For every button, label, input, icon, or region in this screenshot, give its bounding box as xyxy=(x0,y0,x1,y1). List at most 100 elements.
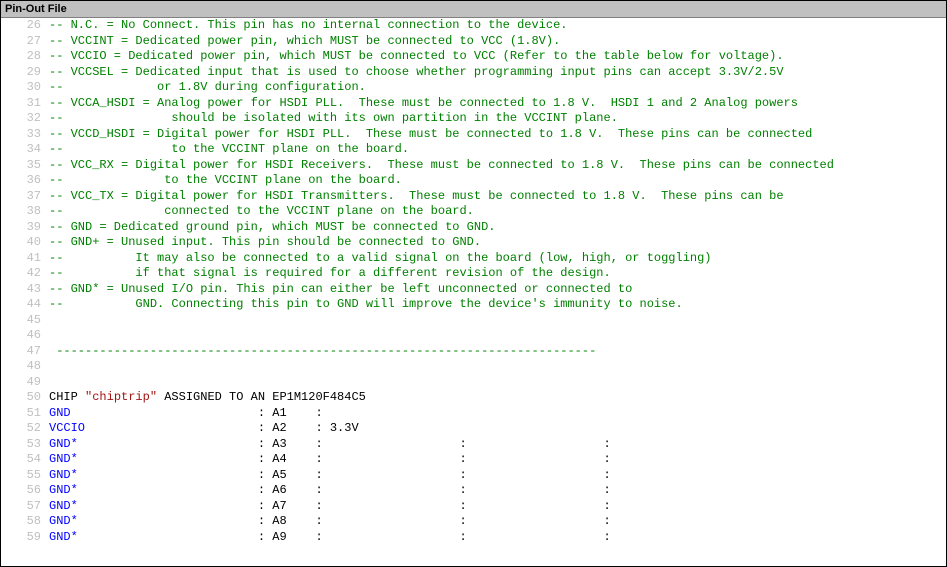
token-plain: : A7 : : : xyxy=(78,499,611,513)
code-line[interactable]: 37-- VCC_TX = Digital power for HSDI Tra… xyxy=(1,189,946,205)
code-line[interactable]: 57GND* : A7 : : : xyxy=(1,499,946,515)
code-editor[interactable]: 26-- N.C. = No Connect. This pin has no … xyxy=(1,18,946,565)
line-number: 33 xyxy=(1,127,49,143)
token-comment: -- VCC_RX = Digital power for HSDI Recei… xyxy=(49,158,834,172)
code-line[interactable]: 45 xyxy=(1,313,946,329)
code-line[interactable]: 50CHIP "chiptrip" ASSIGNED TO AN EP1M120… xyxy=(1,390,946,406)
code-line[interactable]: 27-- VCCINT = Dedicated power pin, which… xyxy=(1,34,946,50)
token-comment: -- to the VCCINT plane on the board. xyxy=(49,173,402,187)
code-line[interactable]: 33-- VCCD_HSDI = Digital power for HSDI … xyxy=(1,127,946,143)
code-line[interactable]: 55GND* : A5 : : : xyxy=(1,468,946,484)
code-line[interactable]: 38-- connected to the VCCINT plane on th… xyxy=(1,204,946,220)
code-line[interactable]: 49 xyxy=(1,375,946,391)
line-number: 29 xyxy=(1,65,49,81)
token-plain: : A9 : : : xyxy=(78,530,611,544)
line-number: 36 xyxy=(1,173,49,189)
line-number: 40 xyxy=(1,235,49,251)
code-line[interactable]: 52VCCIO : A2 : 3.3V xyxy=(1,421,946,437)
line-number: 34 xyxy=(1,142,49,158)
code-line[interactable]: 35-- VCC_RX = Digital power for HSDI Rec… xyxy=(1,158,946,174)
code-line[interactable]: 39-- GND = Dedicated ground pin, which M… xyxy=(1,220,946,236)
code-line[interactable]: 56GND* : A6 : : : xyxy=(1,483,946,499)
line-number: 28 xyxy=(1,49,49,65)
line-number: 46 xyxy=(1,328,49,344)
code-line[interactable]: 59GND* : A9 : : : xyxy=(1,530,946,546)
code-line[interactable]: 31-- VCCA_HSDI = Analog power for HSDI P… xyxy=(1,96,946,112)
window-title-bar: Pin-Out File xyxy=(1,1,946,18)
token-comment: ----------------------------------------… xyxy=(49,344,596,358)
token-comment: -- GND = Dedicated ground pin, which MUS… xyxy=(49,220,495,234)
code-line[interactable]: 48 xyxy=(1,359,946,375)
token-plain: : A8 : : : xyxy=(78,514,611,528)
token-comment: -- to the VCCINT plane on the board. xyxy=(49,142,409,156)
token-plain: : A6 : : : xyxy=(78,483,611,497)
line-number: 39 xyxy=(1,220,49,236)
code-line[interactable]: 29-- VCCSEL = Dedicated input that is us… xyxy=(1,65,946,81)
code-line[interactable]: 42-- if that signal is required for a di… xyxy=(1,266,946,282)
line-number: 26 xyxy=(1,18,49,34)
token-comment: -- GND* = Unused I/O pin. This pin can e… xyxy=(49,282,632,296)
line-number: 47 xyxy=(1,344,49,360)
line-number: 30 xyxy=(1,80,49,96)
line-number: 38 xyxy=(1,204,49,220)
token-plain: CHIP xyxy=(49,390,85,404)
code-line[interactable]: 44-- GND. Connecting this pin to GND wil… xyxy=(1,297,946,313)
token-comment: -- or 1.8V during configuration. xyxy=(49,80,366,94)
token-comment: -- VCC_TX = Digital power for HSDI Trans… xyxy=(49,189,784,203)
token-comment: -- VCCIO = Dedicated power pin, which MU… xyxy=(49,49,784,63)
code-line[interactable]: 40-- GND+ = Unused input. This pin shoul… xyxy=(1,235,946,251)
token-plain: : A1 : xyxy=(71,406,323,420)
code-line[interactable]: 26-- N.C. = No Connect. This pin has no … xyxy=(1,18,946,34)
line-number: 48 xyxy=(1,359,49,375)
token-comment: -- connected to the VCCINT plane on the … xyxy=(49,204,474,218)
code-line[interactable]: 46 xyxy=(1,328,946,344)
code-line[interactable]: 30-- or 1.8V during configuration. xyxy=(1,80,946,96)
code-line[interactable]: 51GND : A1 : xyxy=(1,406,946,422)
token-keyword: GND* xyxy=(49,452,78,466)
window-title: Pin-Out File xyxy=(5,3,67,15)
line-number: 35 xyxy=(1,158,49,174)
line-number: 37 xyxy=(1,189,49,205)
token-comment: -- N.C. = No Connect. This pin has no in… xyxy=(49,18,567,32)
code-line[interactable]: 36-- to the VCCINT plane on the board. xyxy=(1,173,946,189)
token-comment: -- It may also be connected to a valid s… xyxy=(49,251,712,265)
line-number: 49 xyxy=(1,375,49,391)
token-keyword: GND xyxy=(49,406,71,420)
token-keyword: GND* xyxy=(49,437,78,451)
code-line[interactable]: 34-- to the VCCINT plane on the board. xyxy=(1,142,946,158)
line-number: 50 xyxy=(1,390,49,406)
token-plain: : A4 : : : xyxy=(78,452,611,466)
line-number: 43 xyxy=(1,282,49,298)
token-comment: -- GND+ = Unused input. This pin should … xyxy=(49,235,481,249)
token-comment: -- VCCSEL = Dedicated input that is used… xyxy=(49,65,784,79)
line-number: 54 xyxy=(1,452,49,468)
token-comment: -- should be isolated with its own parti… xyxy=(49,111,618,125)
line-number: 59 xyxy=(1,530,49,546)
token-plain: : A2 : 3.3V xyxy=(85,421,359,435)
token-plain: : A5 : : : xyxy=(78,468,611,482)
code-line[interactable]: 43-- GND* = Unused I/O pin. This pin can… xyxy=(1,282,946,298)
token-keyword: VCCIO xyxy=(49,421,85,435)
token-comment: -- VCCINT = Dedicated power pin, which M… xyxy=(49,34,560,48)
code-line[interactable]: 54GND* : A4 : : : xyxy=(1,452,946,468)
token-plain: ASSIGNED TO AN EP1M120F484C5 xyxy=(157,390,366,404)
code-line[interactable]: 32-- should be isolated with its own par… xyxy=(1,111,946,127)
line-number: 44 xyxy=(1,297,49,313)
token-keyword: GND* xyxy=(49,483,78,497)
line-number: 52 xyxy=(1,421,49,437)
token-keyword: GND* xyxy=(49,468,78,482)
line-number: 58 xyxy=(1,514,49,530)
code-line[interactable]: 28-- VCCIO = Dedicated power pin, which … xyxy=(1,49,946,65)
code-line[interactable]: 58GND* : A8 : : : xyxy=(1,514,946,530)
token-comment: -- VCCD_HSDI = Digital power for HSDI PL… xyxy=(49,127,812,141)
code-line[interactable]: 47 -------------------------------------… xyxy=(1,344,946,360)
code-line[interactable]: 53GND* : A3 : : : xyxy=(1,437,946,453)
token-keyword: GND* xyxy=(49,499,78,513)
line-number: 55 xyxy=(1,468,49,484)
token-string: "chiptrip" xyxy=(85,390,157,404)
line-number: 42 xyxy=(1,266,49,282)
code-line[interactable]: 41-- It may also be connected to a valid… xyxy=(1,251,946,267)
line-number: 53 xyxy=(1,437,49,453)
token-comment: -- VCCA_HSDI = Analog power for HSDI PLL… xyxy=(49,96,798,110)
line-number: 45 xyxy=(1,313,49,329)
